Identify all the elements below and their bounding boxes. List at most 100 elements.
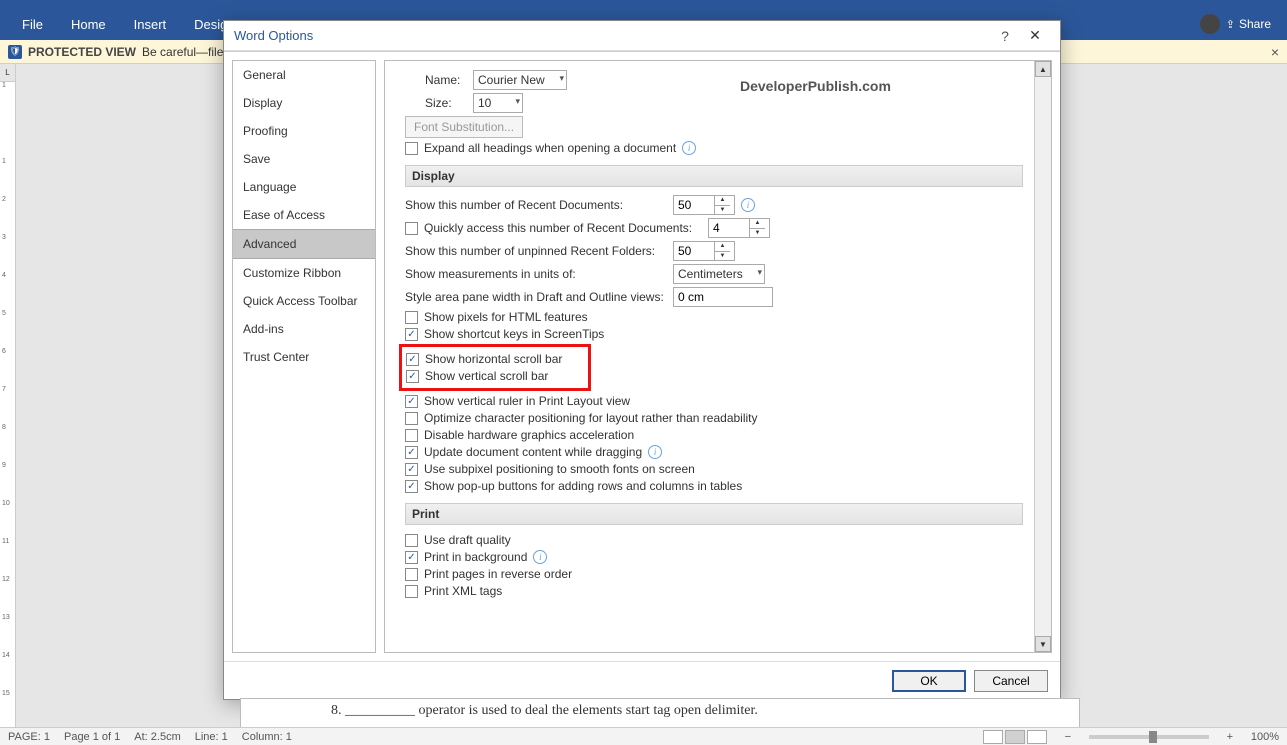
avatar[interactable] [1200, 14, 1220, 34]
dialog-help-button[interactable]: ? [990, 28, 1020, 44]
spin-down-icon[interactable]: ▼ [750, 229, 765, 238]
zoom-thumb[interactable] [1149, 731, 1157, 743]
view-read-button[interactable] [983, 730, 1003, 744]
status-column: Column: 1 [242, 731, 292, 743]
optimize-label: Optimize character positioning for layou… [424, 411, 758, 425]
protected-view-text: Be careful—file [142, 45, 223, 59]
dialog-title: Word Options [234, 28, 313, 43]
nav-quick-access-toolbar[interactable]: Quick Access Toolbar [233, 287, 375, 315]
spin-down-icon[interactable]: ▼ [715, 252, 730, 261]
info-icon[interactable]: i [682, 141, 696, 155]
popup-checkbox[interactable] [405, 480, 418, 493]
nav-general[interactable]: General [233, 61, 375, 89]
nav-save[interactable]: Save [233, 145, 375, 173]
quick-access-checkbox[interactable] [405, 222, 418, 235]
optimize-checkbox[interactable] [405, 412, 418, 425]
subpixel-checkbox[interactable] [405, 463, 418, 476]
nav-ease-of-access[interactable]: Ease of Access [233, 201, 375, 229]
font-name-label: Name: [425, 73, 467, 87]
section-print: Print [405, 503, 1023, 525]
units-combo[interactable]: Centimeters▾ [673, 264, 765, 284]
vertical-ruler: 1123456789101112131415 [0, 82, 16, 727]
dialog-close-button[interactable]: ✕ [1020, 27, 1050, 44]
dialog-nav: General Display Proofing Save Language E… [232, 60, 376, 653]
vruler-label: Show vertical ruler in Print Layout view [424, 394, 630, 408]
shortcut-checkbox[interactable] [405, 328, 418, 341]
view-print-layout-button[interactable] [1005, 730, 1025, 744]
style-area-input[interactable] [673, 287, 773, 307]
quick-access-label: Quickly access this number of Recent Doc… [424, 221, 702, 235]
nav-display[interactable]: Display [233, 89, 375, 117]
nav-trust-center[interactable]: Trust Center [233, 343, 375, 371]
spin-up-icon[interactable]: ▲ [715, 242, 730, 252]
dialog-titlebar: Word Options ? ✕ [224, 21, 1060, 51]
vscroll-label: Show vertical scroll bar [425, 369, 548, 383]
chevron-down-icon: ▾ [515, 96, 520, 107]
shield-icon: 🛡 [8, 45, 22, 59]
font-substitution-button[interactable]: Font Substitution... [405, 116, 523, 138]
dialog-scrollbar[interactable]: ▲ ▼ [1034, 61, 1051, 652]
vscroll-checkbox[interactable] [406, 370, 419, 383]
ribbon-tab-file[interactable]: File [8, 9, 57, 40]
nav-proofing[interactable]: Proofing [233, 117, 375, 145]
zoom-out-button[interactable]: − [1061, 731, 1075, 743]
spin-up-icon[interactable]: ▲ [715, 196, 730, 206]
zoom-in-button[interactable]: + [1223, 731, 1237, 743]
font-name-combo[interactable]: Courier New▾ [473, 70, 567, 90]
watermark: DeveloperPublish.com [740, 78, 891, 94]
draft-checkbox[interactable] [405, 534, 418, 547]
status-page-a: PAGE: 1 [8, 731, 50, 743]
spin-up-icon[interactable]: ▲ [750, 219, 765, 229]
dialog-footer: OK Cancel [224, 661, 1060, 699]
font-size-label: Size: [425, 96, 467, 110]
font-size-combo[interactable]: 10▾ [473, 93, 523, 113]
xml-checkbox[interactable] [405, 585, 418, 598]
expand-headings-checkbox[interactable] [405, 142, 418, 155]
nav-advanced[interactable]: Advanced [233, 229, 375, 259]
ok-button[interactable]: OK [892, 670, 966, 692]
subpixel-label: Use subpixel positioning to smooth fonts… [424, 462, 695, 476]
spin-down-icon[interactable]: ▼ [715, 206, 730, 215]
status-bar: PAGE: 1 Page 1 of 1 At: 2.5cm Line: 1 Co… [0, 727, 1287, 745]
scroll-down-button[interactable]: ▼ [1035, 636, 1051, 652]
view-web-button[interactable] [1027, 730, 1047, 744]
highlight-box: Show horizontal scroll bar Show vertical… [399, 344, 591, 391]
shortcut-label: Show shortcut keys in ScreenTips [424, 327, 604, 341]
unpinned-spinner[interactable]: ▲▼ [673, 241, 735, 261]
ribbon-tab-home[interactable]: Home [57, 9, 120, 40]
reverse-checkbox[interactable] [405, 568, 418, 581]
zoom-level[interactable]: 100% [1251, 731, 1279, 743]
recent-docs-spinner[interactable]: ▲▼ [673, 195, 735, 215]
draft-label: Use draft quality [424, 533, 511, 547]
vruler-checkbox[interactable] [405, 395, 418, 408]
quick-access-spinner[interactable]: ▲▼ [708, 218, 770, 238]
cancel-button[interactable]: Cancel [974, 670, 1048, 692]
bg-checkbox[interactable] [405, 551, 418, 564]
hw-accel-checkbox[interactable] [405, 429, 418, 442]
scroll-up-button[interactable]: ▲ [1035, 61, 1051, 77]
hscroll-checkbox[interactable] [406, 353, 419, 366]
nav-language[interactable]: Language [233, 173, 375, 201]
share-icon: ⇪ [1226, 18, 1235, 31]
status-page-b: Page 1 of 1 [64, 731, 120, 743]
style-area-label: Style area pane width in Draft and Outli… [405, 290, 667, 304]
nav-add-ins[interactable]: Add-ins [233, 315, 375, 343]
zoom-slider[interactable] [1089, 735, 1209, 739]
share-button[interactable]: ⇪ Share [1226, 17, 1271, 31]
view-buttons [983, 730, 1047, 744]
popup-label: Show pop-up buttons for adding rows and … [424, 479, 742, 493]
document-line: 8. __________ operator is used to deal t… [331, 703, 758, 718]
expand-headings-label: Expand all headings when opening a docum… [424, 141, 676, 155]
info-icon[interactable]: i [648, 445, 662, 459]
dragging-checkbox[interactable] [405, 446, 418, 459]
units-label: Show measurements in units of: [405, 267, 667, 281]
status-at: At: 2.5cm [134, 731, 180, 743]
pixels-checkbox[interactable] [405, 311, 418, 324]
protected-close-button[interactable]: × [1271, 44, 1279, 60]
recent-docs-label: Show this number of Recent Documents: [405, 198, 667, 212]
nav-customize-ribbon[interactable]: Customize Ribbon [233, 259, 375, 287]
info-icon[interactable]: i [741, 198, 755, 212]
ribbon-tab-insert[interactable]: Insert [120, 9, 181, 40]
info-icon[interactable]: i [533, 550, 547, 564]
xml-label: Print XML tags [424, 584, 502, 598]
